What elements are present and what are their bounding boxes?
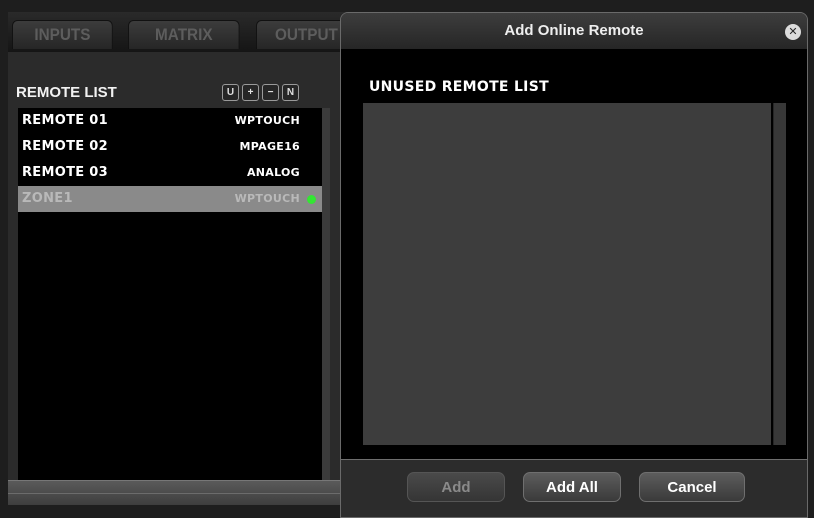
remote-type: WPTOUCH <box>234 192 300 205</box>
remote-name: REMOTE 02 <box>22 139 108 154</box>
list-item[interactable]: REMOTE 01 WPTOUCH <box>18 108 322 134</box>
add-button[interactable]: Add <box>407 472 505 502</box>
remote-type: ANALOG <box>246 166 300 179</box>
cancel-button[interactable]: Cancel <box>639 472 745 502</box>
main-tab-bar: INPUTS MATRIX OUTPUT <box>8 12 357 52</box>
bottom-bar <box>8 480 340 505</box>
divider <box>8 493 340 494</box>
remote-type: MPAGE16 <box>239 140 300 153</box>
unused-list-scrollbar[interactable] <box>773 103 786 445</box>
remote-list-title: REMOTE LIST <box>16 84 117 101</box>
app-window: INPUTS MATRIX OUTPUT REMOTE LIST U + − N RE… <box>0 0 814 518</box>
dialog-title: Add Online Remote <box>504 22 644 39</box>
add-online-remote-dialog: Add Online Remote ✕ UNUSED REMOTE LIST A… <box>340 12 808 518</box>
update-remote-button[interactable]: U <box>222 84 239 101</box>
remote-list-scrollbar[interactable] <box>322 108 330 496</box>
dialog-body: UNUSED REMOTE LIST <box>341 49 807 459</box>
remote-name: ZONE1 <box>22 191 73 206</box>
add-remote-button[interactable]: + <box>242 84 259 101</box>
dialog-footer: Add Add All Cancel <box>341 459 807 517</box>
list-item-selected[interactable]: ZONE1 WPTOUCH <box>18 186 322 212</box>
online-status-icon <box>307 195 316 204</box>
list-item[interactable]: REMOTE 02 MPAGE16 <box>18 134 322 160</box>
remote-name: REMOTE 01 <box>22 113 108 128</box>
close-icon[interactable]: ✕ <box>785 24 801 40</box>
remote-list-panel: REMOTE LIST U + − N REMOTE 01 WPTOUCH REMOT… <box>8 52 340 505</box>
unused-remote-list[interactable] <box>363 103 771 445</box>
new-remote-button[interactable]: N <box>282 84 299 101</box>
unused-remote-list-title: UNUSED REMOTE LIST <box>369 79 549 95</box>
tab-inputs[interactable]: INPUTS <box>12 20 113 49</box>
remove-remote-button[interactable]: − <box>262 84 279 101</box>
list-item[interactable]: REMOTE 03 ANALOG <box>18 160 322 186</box>
remote-list: REMOTE 01 WPTOUCH REMOTE 02 MPAGE16 REMO… <box>18 108 322 496</box>
add-all-button[interactable]: Add All <box>523 472 621 502</box>
remote-name: REMOTE 03 <box>22 165 108 180</box>
dialog-titlebar[interactable]: Add Online Remote ✕ <box>341 13 807 50</box>
remote-list-toolbar: U + − N <box>222 84 302 103</box>
remote-type: WPTOUCH <box>234 114 300 127</box>
tab-matrix[interactable]: MATRIX <box>128 20 240 49</box>
